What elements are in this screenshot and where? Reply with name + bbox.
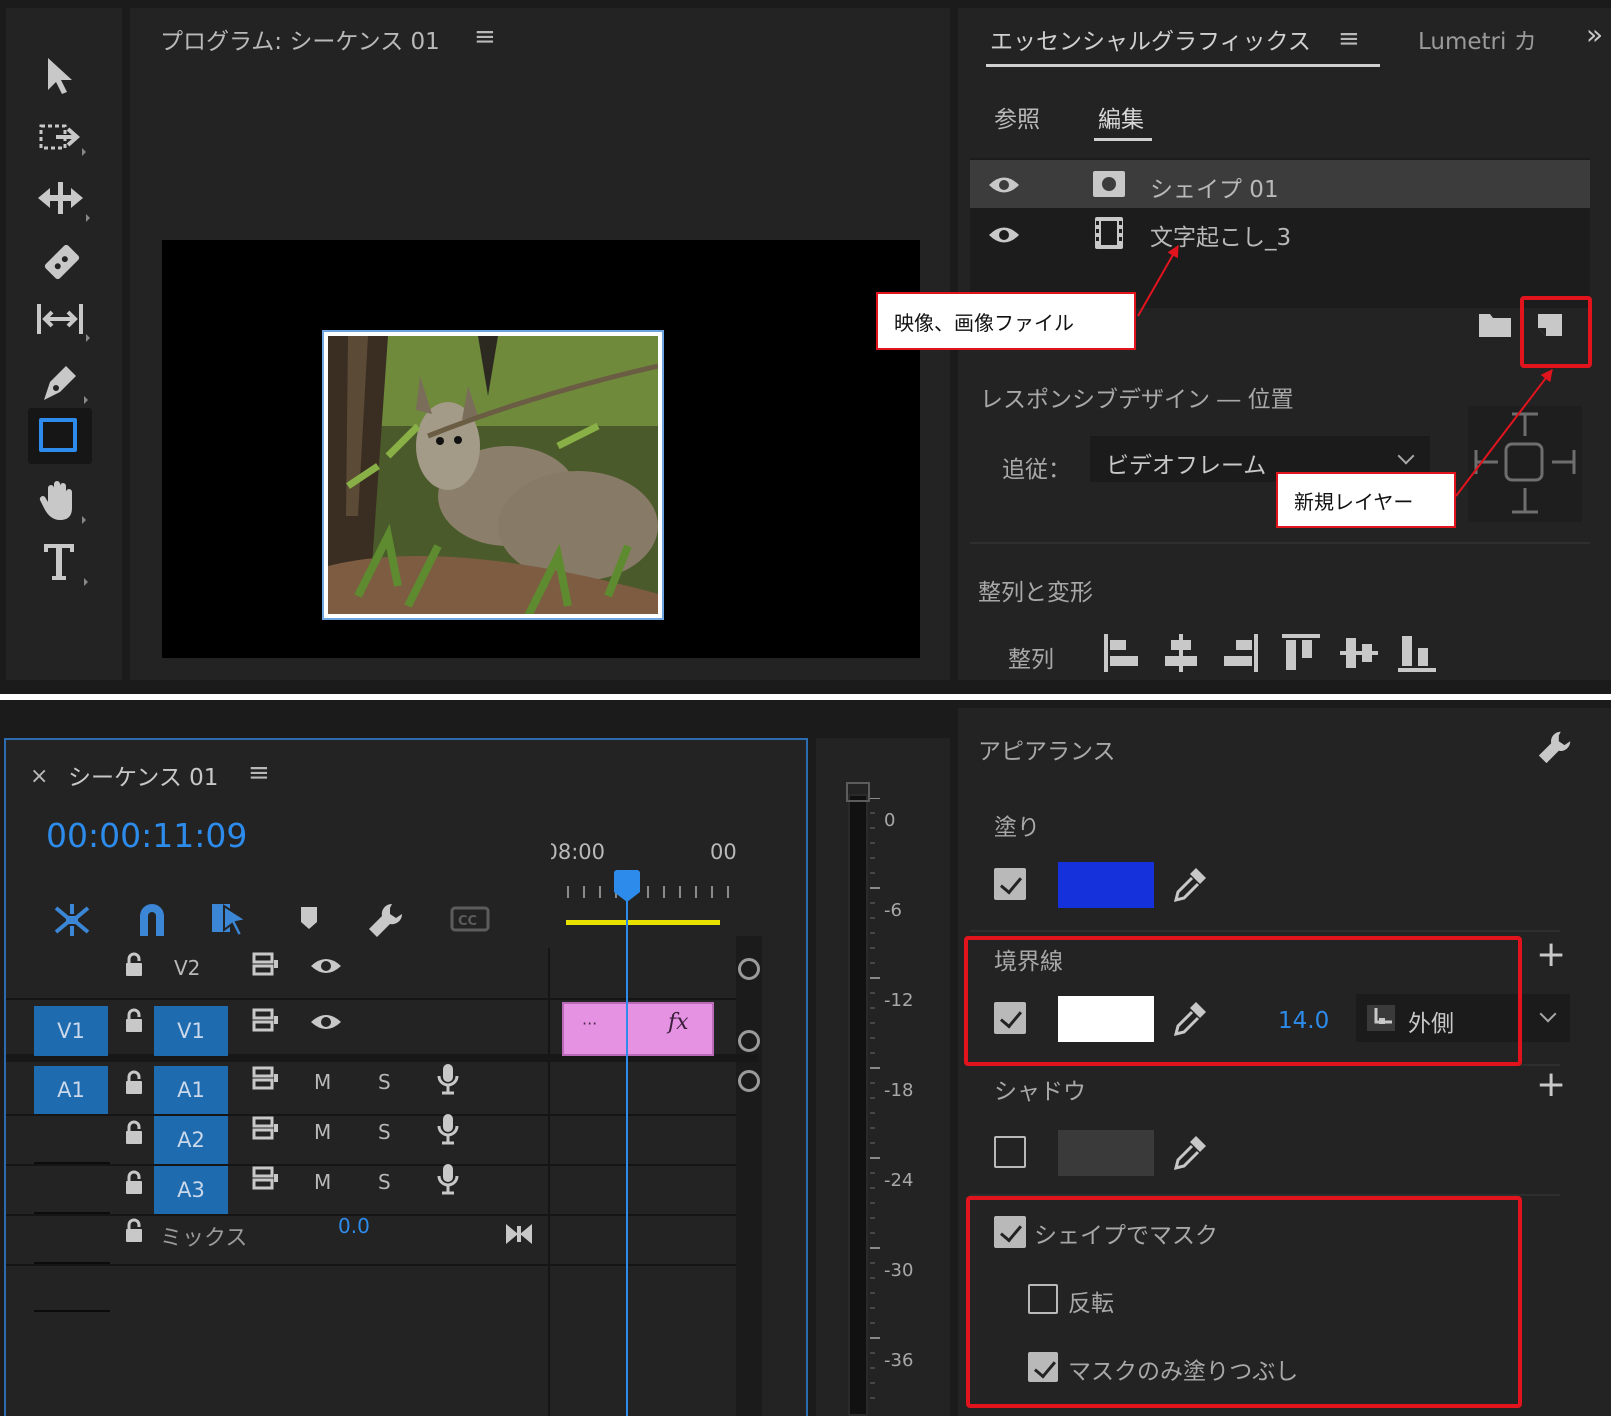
- ruler-label-right: 00: [710, 840, 737, 864]
- track-header-divider: [548, 948, 550, 1416]
- audio-meter-bar: [848, 794, 868, 1416]
- mix-track-label: ミックス: [160, 1226, 248, 1251]
- sync-lock-icon[interactable]: [252, 952, 280, 976]
- mute-button[interactable]: M: [314, 1120, 331, 1144]
- ruler-label-left: 08:00: [551, 840, 605, 864]
- lock-icon[interactable]: [124, 1120, 144, 1146]
- shadow-checkbox[interactable]: [994, 1136, 1026, 1168]
- meter-label: -24: [884, 1170, 914, 1191]
- appearance-title: アピアランス: [978, 739, 1116, 765]
- add-shadow-button[interactable]: +: [1536, 1064, 1566, 1105]
- audio-meter-panel: 0 -6 -12 -18 -24 -30 -36: [816, 738, 950, 1416]
- eyedropper-icon[interactable]: [1172, 866, 1208, 904]
- work-area-bar[interactable]: [566, 920, 720, 925]
- shadow-label: シャドウ: [994, 1079, 1086, 1105]
- mute-button[interactable]: M: [314, 1070, 331, 1094]
- sync-lock-icon[interactable]: [252, 1066, 280, 1090]
- track-underline: [34, 1310, 110, 1312]
- snap-magnet-icon[interactable]: [136, 900, 168, 938]
- meter-label: -6: [884, 900, 902, 921]
- wrench-icon[interactable]: [1536, 728, 1574, 766]
- lock-icon[interactable]: [124, 1218, 144, 1244]
- sync-lock-icon[interactable]: [252, 1008, 280, 1032]
- solo-button[interactable]: S: [378, 1120, 391, 1144]
- track-target-a1[interactable]: A1: [154, 1066, 228, 1114]
- time-ruler-ticks: [567, 886, 729, 898]
- scroll-handle-mid[interactable]: [738, 1030, 760, 1052]
- eye-icon[interactable]: [310, 1012, 342, 1032]
- timeline-clip[interactable]: ··· fx: [562, 1002, 714, 1056]
- mute-button[interactable]: M: [314, 1170, 331, 1194]
- track-target-v1[interactable]: V1: [154, 1006, 228, 1056]
- eye-icon[interactable]: [310, 956, 342, 976]
- track-underline: [34, 1262, 110, 1264]
- source-patch-v1[interactable]: V1: [34, 1006, 108, 1056]
- chevron-down-icon: [1539, 1005, 1557, 1023]
- shadow-color-swatch[interactable]: [1058, 1130, 1154, 1176]
- playhead-handle-tip: [614, 892, 640, 902]
- source-patch-a1[interactable]: A1: [34, 1066, 108, 1114]
- screenshot-divider: [0, 694, 1611, 700]
- mix-volume-value[interactable]: 0.0: [338, 1214, 370, 1238]
- clip-fx-badge[interactable]: fx: [668, 1010, 689, 1035]
- sync-lock-icon[interactable]: [252, 1166, 280, 1190]
- track-target-a2[interactable]: A2: [154, 1116, 228, 1164]
- sync-lock-icon[interactable]: [252, 1116, 280, 1140]
- microphone-icon[interactable]: [436, 1062, 460, 1096]
- timeline-settings-wrench-icon[interactable]: [366, 900, 406, 940]
- timeline-panel: × シーケンス 01 ≡ 00:00:11:09 CC 08:00 00 V2: [4, 738, 808, 1416]
- playhead-timecode[interactable]: 00:00:11:09: [46, 816, 247, 855]
- track-target-a3[interactable]: A3: [154, 1166, 228, 1214]
- meter-label: -30: [884, 1260, 914, 1281]
- lock-icon[interactable]: [124, 1070, 144, 1096]
- timeline-vertical-scrollbar[interactable]: [736, 936, 762, 1416]
- meter-scale-ticks: [870, 798, 880, 1399]
- add-stroke-button[interactable]: +: [1536, 934, 1566, 975]
- captions-cc-icon[interactable]: CC: [450, 904, 490, 934]
- solo-button[interactable]: S: [378, 1170, 391, 1194]
- meter-label: 0: [884, 810, 896, 831]
- playhead-line: [626, 870, 628, 1416]
- meter-label: -12: [884, 990, 914, 1011]
- fill-label: 塗り: [994, 815, 1040, 841]
- sequence-title: シーケンス 01: [68, 765, 219, 791]
- solo-button[interactable]: S: [378, 1070, 391, 1094]
- microphone-icon[interactable]: [436, 1112, 460, 1146]
- scroll-handle-top[interactable]: [738, 958, 760, 980]
- stroke-highlight: [964, 936, 1522, 1066]
- playhead-handle[interactable]: [614, 870, 640, 892]
- svg-text:CC: CC: [458, 914, 477, 929]
- nest-sequence-icon[interactable]: [52, 902, 92, 938]
- lock-icon[interactable]: [124, 952, 144, 978]
- fill-color-swatch[interactable]: [1058, 862, 1154, 908]
- lock-icon[interactable]: [124, 1008, 144, 1034]
- track-underline: [34, 1162, 110, 1164]
- section-divider: [970, 930, 1560, 932]
- linked-selection-icon[interactable]: [210, 900, 250, 938]
- add-marker-icon[interactable]: [298, 904, 320, 932]
- callout-arrows: [1137, 244, 1553, 497]
- clip-marker: ···: [582, 1014, 598, 1033]
- eyedropper-icon[interactable]: [1172, 1134, 1208, 1172]
- sequence-menu-icon[interactable]: ≡: [248, 758, 270, 788]
- meter-label: -36: [884, 1350, 914, 1371]
- microphone-icon[interactable]: [436, 1162, 460, 1196]
- scroll-handle-bottom[interactable]: [738, 1070, 760, 1092]
- meter-clip-indicator: [846, 782, 870, 802]
- meter-label: -18: [884, 1080, 914, 1101]
- mix-bowtie-icon[interactable]: [504, 1222, 534, 1246]
- track-underline: [34, 1212, 110, 1214]
- close-icon[interactable]: ×: [30, 764, 48, 789]
- lock-icon[interactable]: [124, 1170, 144, 1196]
- track-label-v2: V2: [174, 956, 201, 980]
- mask-highlight: [966, 1196, 1522, 1408]
- fill-checkbox[interactable]: [994, 868, 1026, 900]
